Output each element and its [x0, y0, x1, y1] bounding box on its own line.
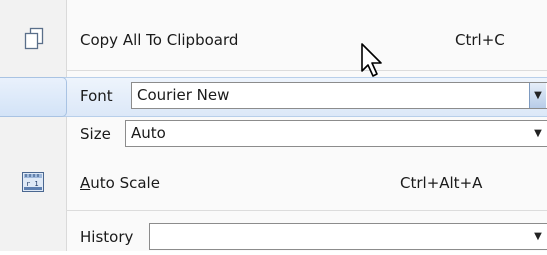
history-label: History — [80, 228, 134, 246]
menu-item-auto-scale[interactable]: r 1 Auto Scale Ctrl+Alt+A — [0, 163, 547, 203]
menu-item-size[interactable]: Size Auto ▼ — [0, 116, 547, 152]
copy-icon — [24, 27, 44, 50]
size-combobox-value: Auto — [131, 124, 166, 142]
menu-item-copy-all[interactable]: Copy All To Clipboard Ctrl+C — [0, 20, 547, 60]
history-combobox[interactable]: ▼ — [149, 223, 547, 250]
chevron-down-icon[interactable]: ▼ — [529, 83, 546, 108]
chevron-down-icon[interactable]: ▼ — [530, 121, 546, 146]
auto-scale-shortcut: Ctrl+Alt+A — [400, 174, 483, 192]
mouse-pointer-icon — [361, 43, 382, 77]
size-label: Size — [80, 125, 111, 143]
auto-scale-label-rest: uto Scale — [90, 174, 160, 192]
size-combobox[interactable]: Auto ▼ — [125, 120, 547, 147]
auto-scale-mnemonic: A — [80, 174, 91, 192]
chevron-down-icon[interactable]: ▼ — [530, 224, 546, 249]
menu-item-history[interactable]: History ▼ — [0, 217, 547, 251]
font-combobox[interactable]: Courier New ▼ — [131, 82, 547, 109]
font-combobox-value: Courier New — [137, 86, 230, 104]
copy-all-label: Copy All To Clipboard — [80, 31, 239, 49]
auto-scale-label: Auto Scale — [80, 163, 160, 203]
copy-all-shortcut: Ctrl+C — [455, 31, 505, 49]
menu-item-font[interactable]: Font Courier New ▼ — [0, 77, 547, 115]
font-label: Font — [80, 87, 113, 105]
ruler-icon: r 1 — [22, 172, 44, 192]
menu-separator — [66, 210, 547, 211]
menu-separator — [66, 70, 547, 71]
context-menu: Copy All To Clipboard Ctrl+C Font Courie… — [0, 0, 547, 251]
svg-text:r 1: r 1 — [26, 180, 39, 188]
